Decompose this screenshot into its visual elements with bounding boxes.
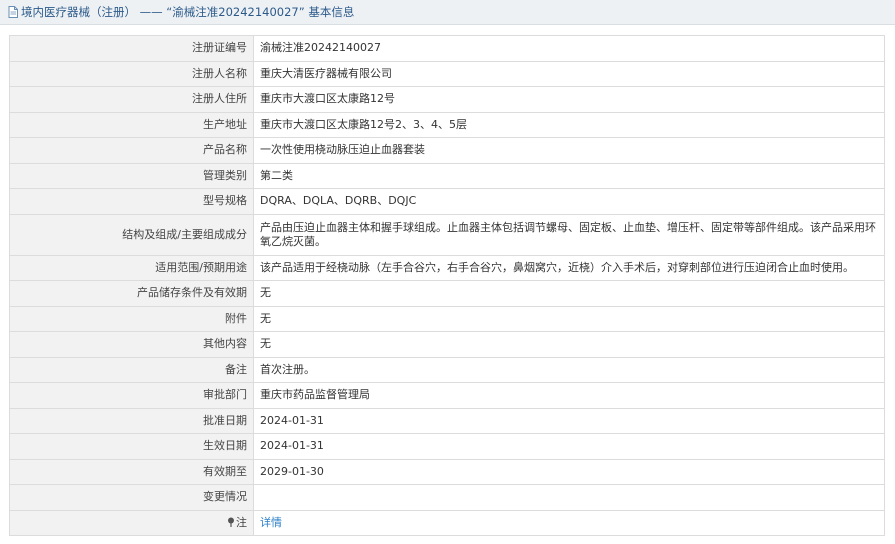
table-row: 注册人名称 重庆大清医疗器械有限公司: [9, 60, 885, 87]
row-label: 管理类别: [9, 162, 254, 189]
row-label: 附件: [9, 305, 254, 332]
row-value: 产品由压迫止血器主体和握手球组成。止血器主体包括调节螺母、固定板、止血垫、增压杆…: [253, 213, 885, 256]
row-value: 重庆大清医疗器械有限公司: [253, 60, 885, 87]
row-value: 一次性使用桡动脉压迫止血器套装: [253, 137, 885, 164]
row-label: 产品名称: [9, 137, 254, 164]
row-label: 适用范围/预期用途: [9, 254, 254, 281]
row-label: 型号规格: [9, 188, 254, 215]
row-value: 2029-01-30: [253, 458, 885, 485]
row-value: 第二类: [253, 162, 885, 189]
details-link[interactable]: 详情: [260, 516, 282, 529]
note-label: 注: [236, 515, 247, 529]
document-icon: [8, 6, 18, 18]
row-label: 结构及组成/主要组成成分: [9, 213, 254, 256]
table-row: 结构及组成/主要组成成分 产品由压迫止血器主体和握手球组成。止血器主体包括调节螺母…: [9, 213, 885, 256]
row-value: [253, 484, 885, 511]
table-row: 变更情况: [9, 484, 885, 511]
row-value: 无: [253, 280, 885, 307]
row-value: 2024-01-31: [253, 433, 885, 460]
pin-icon: [227, 517, 235, 527]
row-value: 无: [253, 305, 885, 332]
row-value: 2024-01-31: [253, 407, 885, 434]
table-row: 其他内容无: [9, 331, 885, 358]
row-label: 变更情况: [9, 484, 254, 511]
table-row: 管理类别 第二类: [9, 162, 885, 189]
table-row: 产品储存条件及有效期无: [9, 280, 885, 307]
page-header: 境内医疗器械（注册） —— “渝械注准20242140027” 基本信息: [0, 0, 895, 25]
table-row: 批准日期 2024-01-31: [9, 407, 885, 434]
table-row: 型号规格 DQRA、DQLA、DQRB、DQJC: [9, 188, 885, 215]
row-value: 重庆市药品监督管理局: [253, 382, 885, 409]
row-value: DQRA、DQLA、DQRB、DQJC: [253, 188, 885, 215]
table-row: 生产地址 重庆市大渡口区太康路12号2、3、4、5层: [9, 111, 885, 138]
row-label: 审批部门: [9, 382, 254, 409]
table-row-note: 注 详情: [9, 509, 885, 536]
table-row: 注册人住所 重庆市大渡口区太康路12号: [9, 86, 885, 113]
row-value: 该产品适用于经桡动脉（左手合谷穴，右手合谷穴，鼻烟窝穴，近桡）介入手术后，对穿刺…: [253, 254, 885, 281]
row-label: 生效日期: [9, 433, 254, 460]
table-row: 产品名称 一次性使用桡动脉压迫止血器套装: [9, 137, 885, 164]
row-label: 产品储存条件及有效期: [9, 280, 254, 307]
table-row: 适用范围/预期用途 该产品适用于经桡动脉（左手合谷穴，右手合谷穴，鼻烟窝穴，近桡）…: [9, 254, 885, 281]
row-value: 渝械注准20242140027: [253, 35, 885, 62]
row-label: 注册人住所: [9, 86, 254, 113]
table-row: 生效日期 2024-01-31: [9, 433, 885, 460]
row-label: 生产地址: [9, 111, 254, 138]
table-row: 注册证编号 渝械注准20242140027: [9, 35, 885, 62]
row-value: 重庆市大渡口区太康路12号: [253, 86, 885, 113]
table-row: 审批部门 重庆市药品监督管理局: [9, 382, 885, 409]
row-label: 批准日期: [9, 407, 254, 434]
row-label: 备注: [9, 356, 254, 383]
row-label: 注册证编号: [9, 35, 254, 62]
row-label: 有效期至: [9, 458, 254, 485]
row-value: 重庆市大渡口区太康路12号2、3、4、5层: [253, 111, 885, 138]
table-row: 附件无: [9, 305, 885, 332]
note-label-cell: 注: [9, 509, 254, 536]
row-label: 注册人名称: [9, 60, 254, 87]
table-row: 有效期至 2029-01-30: [9, 458, 885, 485]
row-label: 其他内容: [9, 331, 254, 358]
table-row: 备注 首次注册。: [9, 356, 885, 383]
info-table: 注册证编号 渝械注准20242140027 注册人名称 重庆大清医疗器械有限公司 注…: [9, 35, 885, 536]
row-value: 无: [253, 331, 885, 358]
row-value: 首次注册。: [253, 356, 885, 383]
note-value-cell: 详情: [253, 509, 885, 536]
page-title: 境内医疗器械（注册） —— “渝械注准20242140027” 基本信息: [21, 5, 355, 19]
